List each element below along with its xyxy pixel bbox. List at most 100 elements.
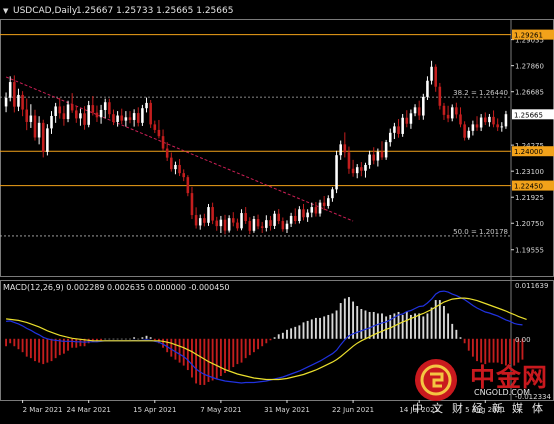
macd-histogram-bar (463, 338, 466, 344)
candle-body (347, 152, 351, 169)
candle-body (331, 189, 334, 199)
macd-histogram-bar (9, 338, 12, 344)
candle-body (273, 213, 276, 226)
fib-level-label: 38.2 = 1.26440 (453, 89, 508, 97)
candle-body (83, 113, 86, 125)
watermark-tagline: 中文财经新媒体 (412, 402, 552, 415)
candle-body (174, 164, 177, 170)
candle-body (87, 105, 90, 125)
candle-body (422, 96, 425, 116)
macd-histogram-bar (360, 308, 363, 339)
macd-histogram-bar (348, 297, 350, 339)
candle-body (128, 117, 132, 120)
trendline[interactable] (5, 76, 354, 222)
macd-histogram-bar (343, 298, 346, 339)
macd-histogram-bar (141, 337, 144, 339)
macd-histogram-bar (302, 322, 305, 339)
candle-body (21, 94, 24, 110)
macd-histogram-bar (331, 313, 334, 339)
macd-histogram-bar (219, 338, 222, 377)
candle-body (488, 116, 491, 123)
macd-histogram-bar (298, 325, 301, 339)
candle-body (289, 215, 293, 224)
candle-body (426, 80, 429, 97)
macd-histogram-bar (248, 338, 251, 356)
level-price-label: 1.29261 (514, 32, 543, 40)
macd-histogram-bar (5, 338, 7, 347)
candle-body (240, 213, 243, 229)
candle-body (29, 115, 33, 122)
macd-histogram-bar (195, 338, 198, 384)
candle-body (504, 114, 508, 127)
fib-level-label: 50.0 = 1.20178 (453, 228, 508, 236)
macd-histogram-bar (170, 338, 173, 357)
symbol-menu-icon[interactable]: ▼ (3, 7, 9, 15)
candle-body (25, 109, 29, 122)
time-tick-label: 2 Mar 2021 (23, 406, 63, 414)
macd-histogram-bar (215, 338, 218, 379)
chart-window[interactable]: 38.2 = 1.26440 50.0 = 1.20178 1.29035 1.27… (0, 0, 554, 420)
candle-body (364, 164, 367, 171)
candle-body (248, 221, 252, 231)
candle-body (302, 209, 305, 218)
macd-histogram-bar (224, 338, 226, 374)
price-tick-label: 1.26685 (515, 89, 544, 97)
candle-body (182, 173, 185, 178)
macd-histogram-bar (327, 314, 330, 339)
macd-histogram-bar (430, 307, 433, 339)
candle-body (79, 113, 82, 119)
level-price-label: 1.22450 (514, 183, 543, 191)
candle-body (455, 107, 458, 115)
candle-body (132, 113, 136, 120)
macd-histogram-bar (116, 338, 119, 340)
candle-body (459, 114, 462, 125)
candle-body (277, 213, 281, 222)
price-tick-label: 1.21925 (515, 194, 544, 202)
macd-histogram-bar (75, 338, 78, 348)
macd-histogram-bar (38, 338, 41, 363)
candle-body (124, 117, 128, 121)
macd-histogram-bar (253, 338, 255, 353)
macd-histogram-bar (129, 338, 131, 340)
macd-histogram-bar (364, 310, 367, 339)
macd-histogram-bar (149, 337, 152, 339)
macd-histogram-bar (426, 313, 429, 339)
candle-body (157, 129, 161, 137)
candle-body (500, 126, 504, 128)
macd-histogram-bar (438, 300, 441, 339)
macd-histogram-bar (13, 338, 16, 347)
macd-histogram-bar (46, 338, 49, 363)
candle-body (141, 108, 144, 123)
macd-histogram-bar (34, 338, 36, 362)
candle-body (260, 226, 264, 228)
price-tick-label: 1.27860 (515, 63, 544, 71)
macd-histogram-bar (447, 313, 450, 339)
macd-histogram-bar (232, 338, 235, 368)
macd-histogram-bar (306, 320, 309, 339)
macd-histogram-bar (323, 316, 326, 339)
macd-histogram-bar (182, 338, 185, 366)
candle-body (463, 124, 466, 138)
watermark-logo: 中金网 CNGOLD.COM 中文财经新媒体 (408, 356, 548, 416)
candle-body (372, 154, 376, 161)
symbol-timeframe-label: USDCAD,Daily (13, 6, 78, 16)
macd-histogram-bar (281, 332, 284, 339)
candle-body (409, 113, 413, 124)
macd-histogram-bar (50, 338, 53, 362)
candle-body (360, 167, 363, 171)
candle-body (384, 142, 388, 158)
candle-body (41, 122, 45, 152)
macd-histogram-bar (277, 334, 280, 339)
macd-histogram-bar (385, 316, 388, 339)
candle-body (50, 115, 53, 129)
candle-body (108, 102, 111, 115)
candle-body (165, 148, 169, 158)
price-axis: 1.290351.278601.266851.242751.231001.219… (511, 37, 544, 255)
candle-body (95, 112, 99, 118)
candle-body (397, 126, 400, 134)
candle-body (231, 218, 235, 223)
price-tick-label: 1.23100 (515, 168, 544, 176)
macd-histogram-bar (228, 338, 231, 371)
candle-body (33, 115, 37, 138)
candle-body (405, 117, 409, 124)
